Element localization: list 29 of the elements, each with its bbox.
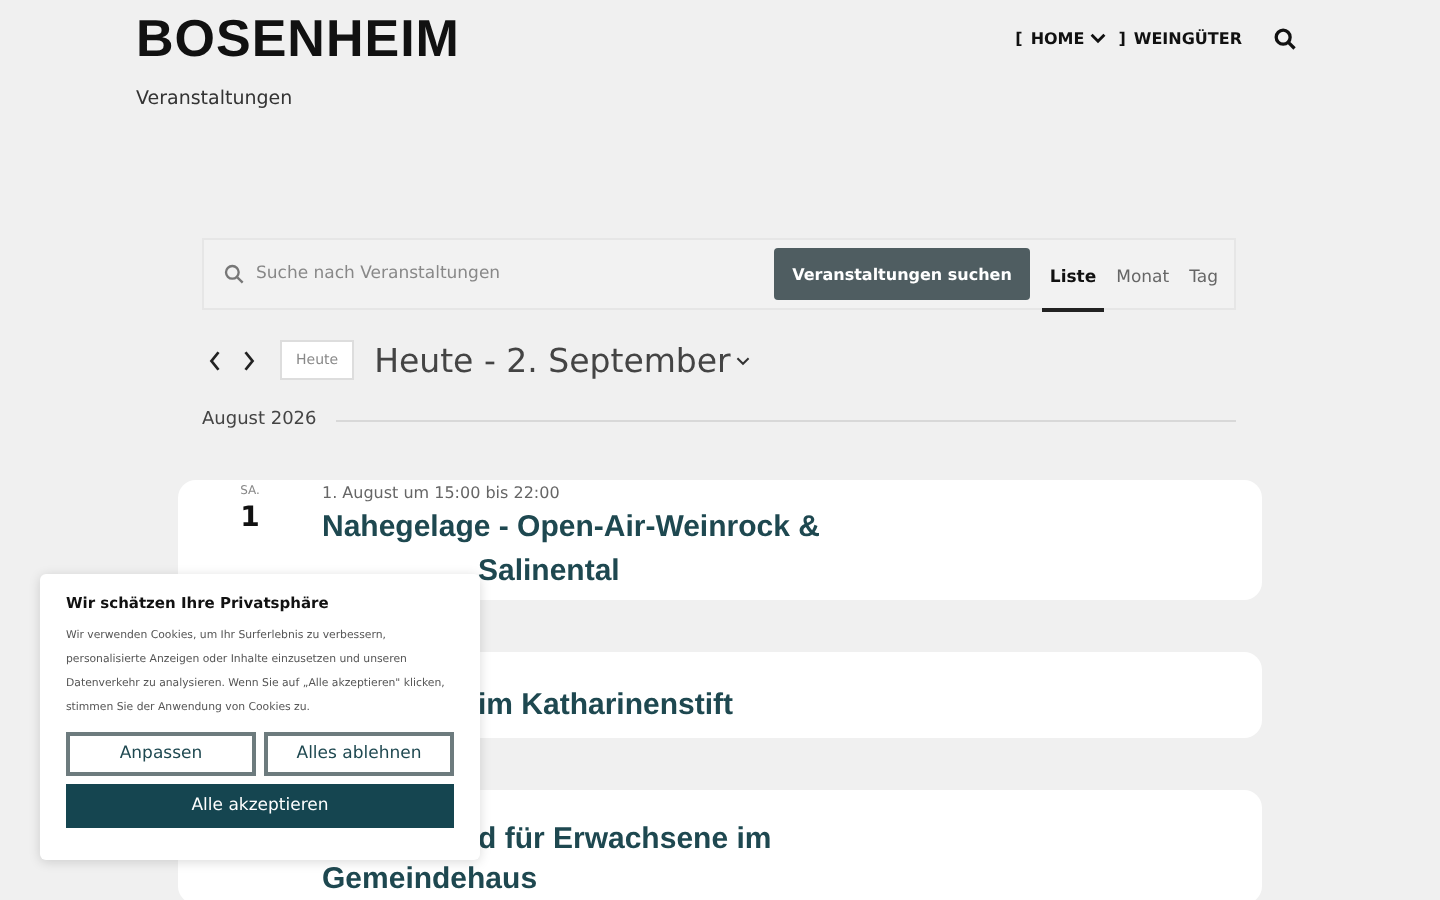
view-tab[interactable]: Liste (1041, 248, 1105, 312)
search-field[interactable]: Suche nach Veranstaltungen (252, 262, 775, 286)
event-title[interactable]: Salinental (478, 550, 620, 594)
site-subtitle: Veranstaltungen (136, 88, 295, 110)
bracket: [ (1015, 29, 1023, 47)
event-time: 1. August um 15:00 bis 22:00 (322, 484, 560, 502)
nav-link[interactable]: WEINGÜTER (1133, 29, 1242, 47)
search-icon[interactable] (1274, 27, 1296, 49)
event-title[interactable]: d für Erwachsene im (478, 818, 772, 862)
view-tab[interactable]: Tag (1181, 248, 1226, 312)
view-tab[interactable]: Monat (1108, 248, 1178, 312)
date-range-picker[interactable]: Heute - 2. September (374, 341, 751, 379)
event-title[interactable]: im Katharinenstift (478, 684, 734, 728)
next-icon[interactable] (242, 349, 256, 371)
search-button[interactable]: Veranstaltungen suchen (774, 248, 1030, 300)
site-logo[interactable]: BOSENHEIM (136, 8, 460, 70)
nav-link[interactable]: HOME (1030, 29, 1107, 47)
event-title[interactable]: Nahegelage - Open-Air-Weinrock & (322, 506, 820, 550)
month-label: August 2026 (202, 410, 317, 430)
event-day: 1 (240, 502, 260, 534)
caret-icon (736, 355, 751, 365)
chevron-icon (1090, 32, 1107, 44)
cookie-button[interactable]: Anpassen (66, 732, 256, 776)
bracket: ] (1118, 29, 1126, 47)
event-title[interactable]: Gemeindehaus (322, 862, 538, 898)
accept-button[interactable]: Alle akzeptieren (66, 784, 454, 828)
cookie-button[interactable]: Alles ablehnen (264, 732, 454, 776)
previous-icon[interactable] (208, 349, 222, 371)
search-icon (224, 264, 244, 284)
